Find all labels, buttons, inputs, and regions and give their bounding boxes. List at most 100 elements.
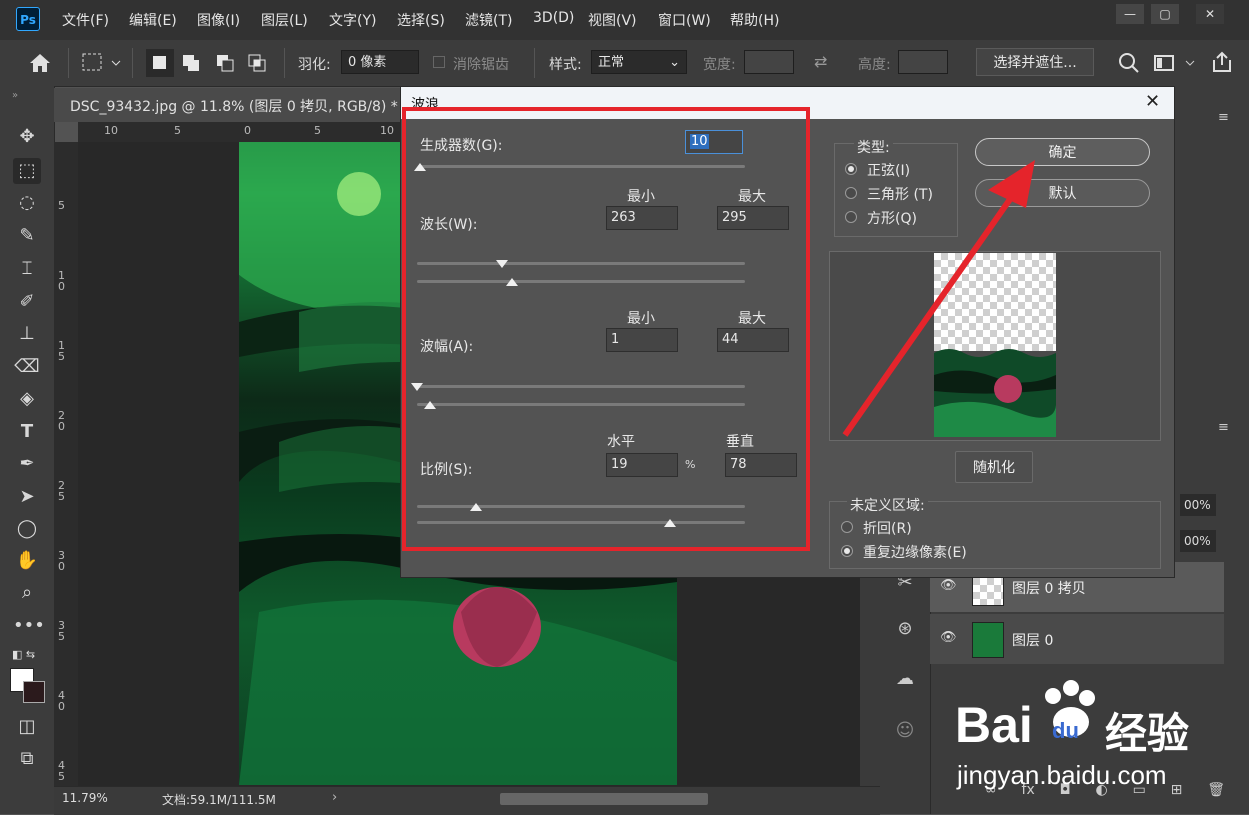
menu-help[interactable]: 帮助(H) (730, 10, 779, 30)
options-bar: 羽化: 0 像素 消除锯齿 样式: 正常 ⌄ 宽度: ⇄ 高度: 选择并遮住..… (0, 40, 1249, 87)
marquee-tool-preset-icon[interactable] (82, 52, 122, 74)
search-icon[interactable] (1118, 52, 1140, 74)
style-select-value: 正常 (598, 55, 625, 70)
hand-tool-icon[interactable]: ✋ (13, 548, 41, 574)
repeat-edge-label: 重复边缘像素(E) (863, 545, 967, 561)
photoshop-logo-icon: Ps (16, 7, 40, 31)
alien-panel-icon[interactable]: ☺ (886, 714, 924, 748)
eyedropper-tool-icon[interactable]: ⌶ (13, 256, 41, 282)
selection-mode-icons[interactable] (146, 49, 276, 77)
horizontal-scrollbar[interactable] (500, 793, 708, 805)
menu-type[interactable]: 文字(Y) (329, 10, 376, 30)
watermark-url: jingyan.baidu.com (957, 760, 1167, 790)
document-tab[interactable]: DSC_93432.jpg @ 11.8% (图层 0 拷贝, RGB/8) * (54, 88, 400, 122)
rectangular-marquee-tool-icon[interactable]: ⬚ (13, 158, 41, 184)
fill-input[interactable]: 00% (1180, 530, 1216, 552)
watermark-brand-cn: 经验 (1105, 709, 1190, 758)
home-icon[interactable] (28, 52, 52, 74)
ruler-tick: 5 (58, 199, 65, 212)
radio-wrap-around[interactable] (841, 521, 853, 533)
close-window-button[interactable]: ✕ (1196, 4, 1224, 24)
default-colors-icon[interactable]: ◧ ⇆ (12, 648, 35, 661)
paint-bucket-tool-icon[interactable]: ◈ (13, 386, 41, 412)
nodes-panel-icon[interactable]: ⊛ (886, 612, 924, 646)
baidu-watermark: Bai du 经验 jingyan.baidu.com (955, 680, 1245, 800)
share-icon[interactable] (1210, 50, 1234, 74)
stamp-tool-icon[interactable]: ⊥ (13, 321, 41, 347)
ruler-tick: 10 (104, 124, 118, 137)
menu-edit[interactable]: 编辑(E) (129, 10, 177, 30)
minimize-button[interactable]: — (1116, 4, 1144, 24)
watermark-brand: Bai (955, 697, 1033, 753)
annotation-arrow (842, 160, 1035, 437)
status-bar: 11.79% 文档:59.1M/111.5M › (54, 786, 880, 815)
zoom-tool-icon[interactable]: ⌕ (13, 580, 41, 606)
menu-view[interactable]: 视图(V) (588, 10, 637, 30)
randomize-button[interactable]: 随机化 (955, 451, 1033, 483)
zoom-level[interactable]: 11.79% (62, 791, 108, 805)
ruler-tick: 3 5 (58, 619, 65, 643)
radio-repeat-edge[interactable] (841, 545, 853, 557)
ruler-tick: 2 5 (58, 479, 65, 503)
collapse-icon[interactable]: » (12, 90, 18, 101)
move-tool-icon[interactable]: ✥ (13, 124, 41, 150)
layer-name: 图层 0 拷贝 (1012, 581, 1086, 597)
menu-window[interactable]: 窗口(W) (658, 10, 711, 30)
layer-row[interactable]: 👁 图层 0 (930, 614, 1224, 664)
menu-select[interactable]: 选择(S) (397, 10, 445, 30)
ruler-tick: 4 0 (58, 689, 65, 713)
background-color-swatch[interactable] (23, 681, 45, 703)
brush-tool-icon[interactable]: ✐ (13, 289, 41, 315)
ruler-tick: 5 (314, 124, 321, 137)
path-selection-tool-icon[interactable]: ➤ (13, 484, 41, 510)
style-select[interactable]: 正常 ⌄ (591, 50, 687, 74)
quick-mask-icon[interactable]: ◫ (13, 714, 41, 740)
width-input[interactable] (744, 50, 794, 74)
ruler-tick: 5 (174, 124, 181, 137)
menu-image[interactable]: 图像(I) (197, 10, 240, 30)
eye-icon[interactable]: 👁 (940, 630, 957, 645)
more-tools-icon[interactable]: ••• (13, 613, 45, 639)
layer-thumbnail (972, 622, 1004, 658)
lasso-tool-icon[interactable]: ◌ (13, 190, 41, 216)
feather-label: 羽化: (298, 57, 331, 73)
dialog-close-icon[interactable]: ✕ (1145, 91, 1160, 112)
menu-3d[interactable]: 3D(D) (533, 10, 574, 26)
ruler-tick: 0 (244, 124, 251, 137)
annotation-highlight-box (402, 107, 810, 551)
wrap-around-label: 折回(R) (863, 521, 912, 537)
height-label: 高度: (858, 57, 891, 73)
pen-tool-icon[interactable]: ✒ (13, 451, 41, 477)
antialias-checkbox[interactable] (433, 56, 445, 68)
opacity-input[interactable]: 00% (1180, 494, 1216, 516)
creative-cloud-icon[interactable]: ☁ (886, 662, 924, 696)
eye-icon[interactable]: 👁 (940, 578, 957, 593)
ruler-tick: 2 0 (58, 409, 65, 433)
menu-filter[interactable]: 滤镜(T) (465, 10, 512, 30)
menu-layer[interactable]: 图层(L) (261, 10, 308, 30)
restore-button[interactable]: ▢ (1151, 4, 1179, 24)
panel-menu-icon[interactable]: ≡ (1218, 110, 1229, 125)
ellipse-tool-icon[interactable]: ◯ (13, 516, 41, 542)
quick-selection-tool-icon[interactable]: ✎ (13, 223, 41, 249)
layers-panel-menu-icon[interactable]: ≡ (1218, 420, 1229, 435)
undefined-areas-label: 未定义区域: (847, 495, 928, 515)
document-tab-title: DSC_93432.jpg @ 11.8% (图层 0 拷贝, RGB/8) * (70, 99, 398, 115)
status-menu-arrow-icon[interactable]: › (332, 790, 337, 805)
workspace-icon[interactable] (1154, 52, 1200, 74)
width-label: 宽度: (703, 57, 736, 73)
select-and-mask-button[interactable]: 选择并遮住... (976, 48, 1094, 76)
ruler-left: 5 1 0 1 5 2 0 2 5 3 0 3 5 4 0 4 5 (54, 142, 79, 790)
swap-icon[interactable]: ⇄ (814, 52, 827, 71)
type-tool-icon[interactable]: T (13, 419, 41, 445)
toolbar: » ✥ ⬚ ◌ ✎ ⌶ ✐ ⊥ ⌫ ◈ T ✒ ➤ ◯ ✋ ⌕ ••• ◧ ⇆ … (0, 86, 55, 814)
ruler-tick: 1 0 (58, 269, 65, 293)
screen-mode-icon[interactable]: ⧉ (13, 746, 41, 772)
menu-file[interactable]: 文件(F) (62, 10, 109, 30)
ruler-tick: 1 5 (58, 339, 65, 363)
document-info[interactable]: 文档:59.1M/111.5M (162, 791, 276, 808)
height-input[interactable] (898, 50, 948, 74)
eraser-tool-icon[interactable]: ⌫ (13, 354, 41, 380)
feather-input[interactable]: 0 像素 (341, 50, 419, 74)
layer-name: 图层 0 (1012, 633, 1054, 649)
